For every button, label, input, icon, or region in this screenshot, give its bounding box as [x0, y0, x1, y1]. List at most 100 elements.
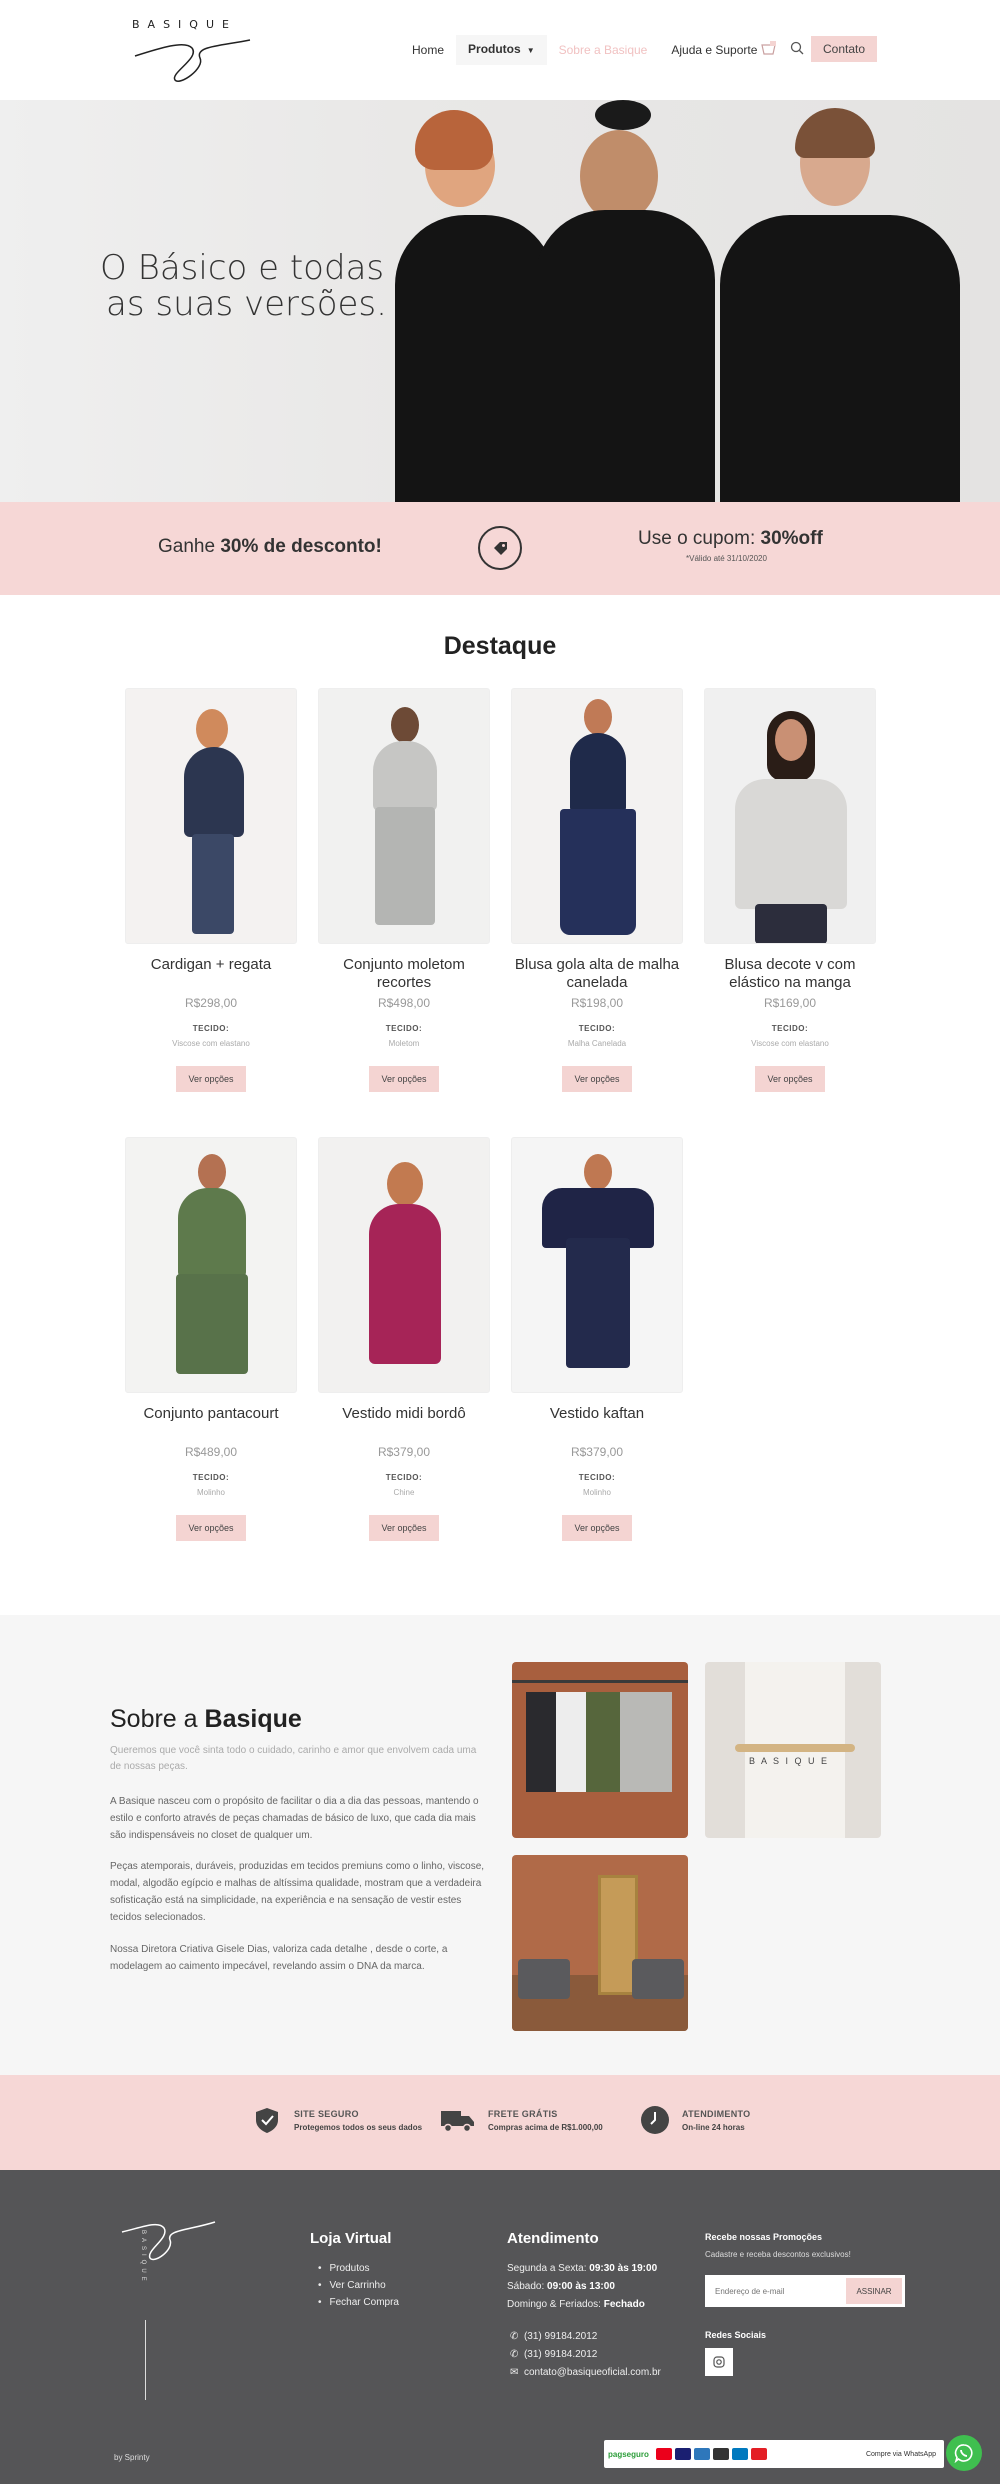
product-fabric: Chine	[393, 1488, 415, 1497]
footer-promo-title: Recebe nossas Promoções	[705, 2232, 823, 2242]
footer-email[interactable]: ✉ contato@basiqueoficial.com.br	[510, 2364, 661, 2382]
product-hair	[196, 709, 228, 749]
product-figure-skirt	[560, 809, 636, 935]
nav-ajuda[interactable]: Ajuda e Suporte	[659, 36, 769, 64]
nav-home[interactable]: Home	[400, 36, 456, 64]
newsletter-email-input[interactable]	[705, 2276, 845, 2306]
product-card[interactable]: Conjunto moletom recortes R$498,00 TECID…	[318, 688, 490, 1092]
product-image[interactable]	[318, 688, 490, 944]
product-card[interactable]: Blusa gola alta de malha canelada R$198,…	[511, 688, 683, 1092]
product-image[interactable]	[318, 1137, 490, 1393]
about-image-store	[512, 1855, 688, 2031]
product-name[interactable]: Blusa decote v com elástico na manga	[704, 956, 876, 992]
mail-icon: ✉	[510, 2367, 519, 2378]
product-name[interactable]: Conjunto pantacourt	[125, 1405, 297, 1441]
nav-produtos[interactable]: Produtos ▼	[456, 35, 547, 65]
product-tecido-label: TECIDO:	[385, 1473, 423, 1482]
product-name[interactable]: Vestido midi bordô	[318, 1405, 490, 1441]
product-figure-head	[584, 699, 612, 735]
instagram-icon[interactable]	[705, 2348, 733, 2376]
ver-opcoes-button[interactable]: Ver opções	[369, 1515, 439, 1541]
product-image[interactable]	[125, 688, 297, 944]
shirt-white	[556, 1692, 590, 1792]
product-figure-dress	[369, 1204, 441, 1364]
footer-phone-1[interactable]: ✆ (31) 99184.2012	[510, 2328, 661, 2346]
hours-sunday-label: Domingo & Feriados:	[507, 2299, 604, 2310]
ver-opcoes-button[interactable]: Ver opções	[176, 1066, 246, 1092]
product-tecido-label: TECIDO:	[385, 1024, 423, 1033]
product-fabric: Malha Canelada	[567, 1039, 627, 1048]
destaque-title: Destaque	[443, 632, 557, 660]
search-icon[interactable]	[790, 41, 804, 55]
product-figure-top	[178, 1188, 246, 1278]
product-figure-head	[198, 1154, 226, 1190]
product-fabric: Molinho	[196, 1488, 225, 1497]
ver-opcoes-button[interactable]: Ver opções	[369, 1066, 439, 1092]
product-card[interactable]: Cardigan + regata R$298,00 TECIDO: Visco…	[125, 688, 297, 1092]
product-image[interactable]	[511, 688, 683, 944]
about-title: Sobre a Basique	[110, 1705, 302, 1734]
brand-logo[interactable]: BASIQUE	[130, 18, 260, 88]
whatsapp-icon[interactable]	[946, 2435, 982, 2471]
hero-model-2	[535, 100, 715, 502]
clothes-rail	[512, 1680, 688, 1683]
cart-icon[interactable]	[760, 40, 778, 56]
promo-discount-prefix: Ganhe	[158, 536, 221, 557]
about-title-brand: Basique	[204, 1705, 302, 1733]
footer-link-carrinho[interactable]: Ver Carrinho	[318, 2277, 399, 2294]
product-figure-bottom	[755, 904, 827, 943]
about-section: Sobre a Basique Queremos que você sinta …	[0, 1615, 1000, 2075]
footer-logo-icon[interactable]	[120, 2210, 220, 2270]
product-name[interactable]: Cardigan + regata	[125, 956, 297, 992]
ver-opcoes-button[interactable]: Ver opções	[562, 1515, 632, 1541]
subscribe-button[interactable]: ASSINAR	[846, 2278, 902, 2304]
ver-opcoes-button[interactable]: Ver opções	[755, 1066, 825, 1092]
whatsapp-buy-label[interactable]: Compre via WhatsApp	[866, 2451, 936, 2458]
product-card[interactable]: Vestido midi bordô R$379,00 TECIDO: Chin…	[318, 1137, 490, 1541]
product-figure-head	[775, 719, 807, 761]
product-card[interactable]: Vestido kaftan R$379,00 TECIDO: Molinho …	[511, 1137, 683, 1541]
product-image[interactable]	[511, 1137, 683, 1393]
header-icons	[760, 40, 804, 56]
footer-credit[interactable]: by Sprinty	[114, 2453, 150, 2462]
product-image[interactable]	[125, 1137, 297, 1393]
footer-email-text: contato@basiqueoficial.com.br	[523, 2367, 661, 2378]
hours-saturday: Sábado: 09:00 às 13:00	[507, 2278, 657, 2296]
nav-produtos-label: Produtos	[468, 42, 521, 56]
hero-model-2-body	[535, 210, 715, 502]
promo-coupon: Use o cupom: 30%off	[638, 528, 823, 550]
hero-title-line1: O Básico e todas	[100, 248, 385, 288]
wooden-hanger	[735, 1744, 855, 1752]
hero-model-3	[690, 100, 980, 502]
footer-link-fechar[interactable]: Fechar Compra	[318, 2294, 399, 2311]
feature-shipping: FRETE GRÁTIS Compras acima de R$1.000,00	[440, 2105, 603, 2135]
product-tecido-label: TECIDO:	[771, 1024, 809, 1033]
product-tecido-label: TECIDO:	[578, 1024, 616, 1033]
product-figure-dress	[566, 1238, 630, 1368]
product-card[interactable]: Conjunto pantacourt R$489,00 TECIDO: Mol…	[125, 1137, 297, 1541]
newsletter-form: ASSINAR	[705, 2275, 905, 2307]
contact-button[interactable]: Contato	[811, 36, 877, 62]
ver-opcoes-button[interactable]: Ver opções	[562, 1066, 632, 1092]
features-strip: SITE SEGURO Protegemos todos os seus dado…	[0, 2075, 1000, 2170]
main-nav: Home Produtos ▼ Sobre a Basique Ajuda e S…	[400, 35, 769, 65]
footer-link-produtos[interactable]: Produtos	[318, 2260, 399, 2277]
footer-loja-list: Produtos Ver Carrinho Fechar Compra	[318, 2260, 399, 2311]
hours-sunday: Domingo & Feriados: Fechado	[507, 2296, 657, 2314]
truck-icon	[440, 2105, 476, 2135]
footer-phone-2[interactable]: ✆ (31) 99184.2012	[510, 2346, 661, 2364]
product-image[interactable]	[704, 688, 876, 944]
product-price: R$379,00	[570, 1445, 624, 1459]
product-tecido-label: TECIDO:	[192, 1473, 230, 1482]
product-price: R$498,00	[377, 996, 431, 1010]
ver-opcoes-button[interactable]: Ver opções	[176, 1515, 246, 1541]
hipercard-icon	[750, 2448, 767, 2460]
hero-title-line2: as suas versões.	[106, 284, 387, 324]
nav-sobre[interactable]: Sobre a Basique	[547, 36, 660, 64]
product-name[interactable]: Conjunto moletom recortes	[318, 956, 490, 992]
phone-icon: ✆	[510, 2331, 519, 2342]
product-name[interactable]: Vestido kaftan	[511, 1405, 683, 1441]
product-card[interactable]: Blusa decote v com elástico na manga R$1…	[704, 688, 876, 1092]
hours-saturday-label: Sábado:	[507, 2281, 548, 2292]
product-name[interactable]: Blusa gola alta de malha canelada	[511, 956, 683, 992]
